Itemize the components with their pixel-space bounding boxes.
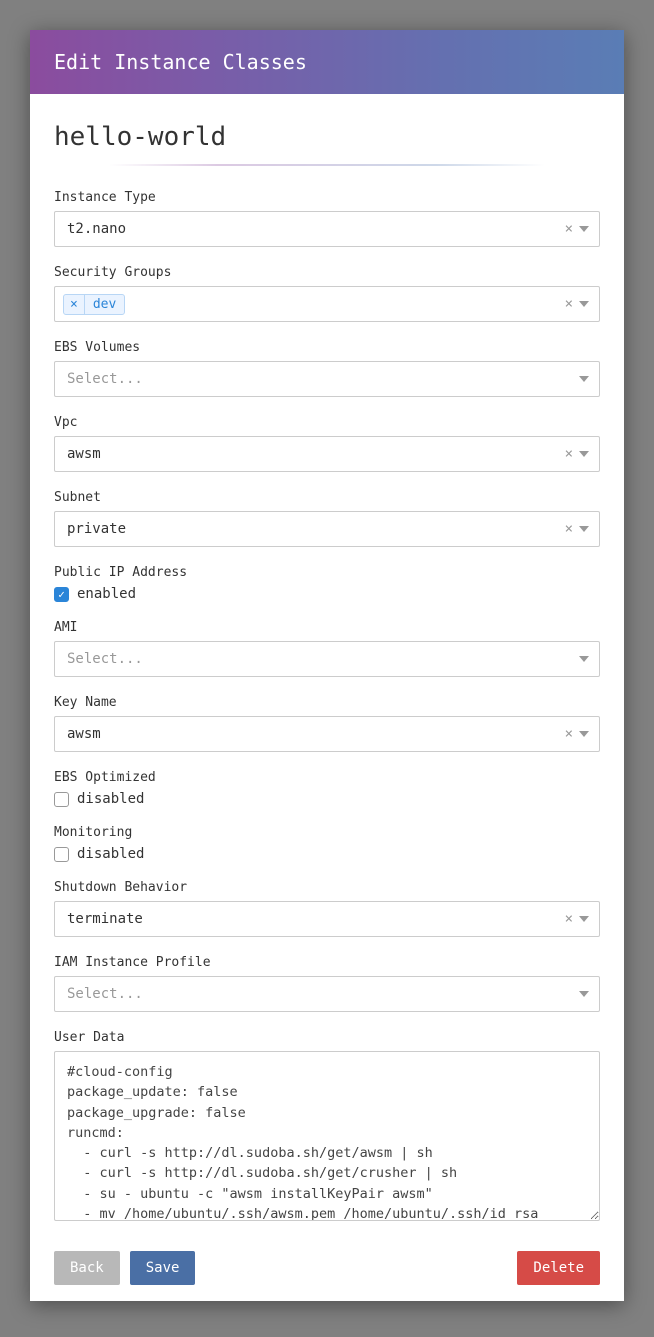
select-controls: ×: [565, 911, 593, 927]
subnet-select[interactable]: private ×: [54, 511, 600, 547]
ebs-optimized-checkbox-row: disabled: [54, 791, 600, 807]
field-public-ip: Public IP Address ✓ enabled: [54, 565, 600, 602]
monitoring-text: disabled: [77, 846, 144, 862]
public-ip-checkbox-row: ✓ enabled: [54, 586, 600, 602]
clear-icon[interactable]: ×: [565, 446, 573, 462]
field-iam-profile: IAM Instance Profile Select...: [54, 955, 600, 1012]
clear-icon[interactable]: ×: [565, 911, 573, 927]
ebs-optimized-checkbox[interactable]: [54, 792, 69, 807]
clear-icon[interactable]: ×: [565, 221, 573, 237]
field-ebs-optimized: EBS Optimized disabled: [54, 770, 600, 807]
tag-dev: × dev: [63, 294, 125, 315]
ebs-optimized-text: disabled: [77, 791, 144, 807]
vpc-label: Vpc: [54, 415, 600, 430]
user-data-label: User Data: [54, 1030, 600, 1045]
chevron-down-icon[interactable]: [579, 991, 589, 997]
field-vpc: Vpc awsm ×: [54, 415, 600, 472]
page-title: hello-world: [54, 122, 600, 152]
security-groups-tags: × dev: [61, 294, 565, 315]
select-controls: [579, 376, 593, 382]
ami-placeholder: Select...: [61, 649, 579, 669]
vpc-select[interactable]: awsm ×: [54, 436, 600, 472]
field-subnet: Subnet private ×: [54, 490, 600, 547]
title-divider: [109, 164, 546, 166]
shutdown-behavior-select[interactable]: terminate ×: [54, 901, 600, 937]
chevron-down-icon[interactable]: [579, 376, 589, 382]
clear-icon[interactable]: ×: [565, 521, 573, 537]
chevron-down-icon[interactable]: [579, 731, 589, 737]
field-ami: AMI Select...: [54, 620, 600, 677]
monitoring-checkbox[interactable]: [54, 847, 69, 862]
select-controls: [579, 991, 593, 997]
clear-icon[interactable]: ×: [565, 296, 573, 312]
instance-type-select[interactable]: t2.nano ×: [54, 211, 600, 247]
subnet-label: Subnet: [54, 490, 600, 505]
shutdown-behavior-value: terminate: [61, 909, 565, 929]
chevron-down-icon[interactable]: [579, 656, 589, 662]
modal-title: Edit Instance Classes: [54, 50, 307, 74]
vpc-value: awsm: [61, 444, 565, 464]
ebs-volumes-placeholder: Select...: [61, 369, 579, 389]
ami-select[interactable]: Select...: [54, 641, 600, 677]
delete-button[interactable]: Delete: [517, 1251, 600, 1285]
tag-remove-icon[interactable]: ×: [64, 295, 85, 314]
user-data-textarea[interactable]: [54, 1051, 600, 1221]
modal-footer: Back Save Delete: [54, 1243, 600, 1285]
iam-profile-label: IAM Instance Profile: [54, 955, 600, 970]
edit-instance-modal: Edit Instance Classes hello-world Instan…: [30, 30, 624, 1301]
public-ip-checkbox[interactable]: ✓: [54, 587, 69, 602]
modal-header: Edit Instance Classes: [30, 30, 624, 94]
select-controls: ×: [565, 446, 593, 462]
chevron-down-icon[interactable]: [579, 916, 589, 922]
public-ip-label: Public IP Address: [54, 565, 600, 580]
field-user-data: User Data: [54, 1030, 600, 1225]
iam-profile-select[interactable]: Select...: [54, 976, 600, 1012]
shutdown-behavior-label: Shutdown Behavior: [54, 880, 600, 895]
ebs-optimized-label: EBS Optimized: [54, 770, 600, 785]
subnet-value: private: [61, 519, 565, 539]
select-controls: [579, 656, 593, 662]
back-button[interactable]: Back: [54, 1251, 120, 1285]
tag-label: dev: [85, 295, 124, 314]
key-name-value: awsm: [61, 724, 565, 744]
security-groups-select[interactable]: × dev ×: [54, 286, 600, 322]
field-ebs-volumes: EBS Volumes Select...: [54, 340, 600, 397]
key-name-label: Key Name: [54, 695, 600, 710]
chevron-down-icon[interactable]: [579, 226, 589, 232]
select-controls: ×: [565, 221, 593, 237]
monitoring-checkbox-row: disabled: [54, 846, 600, 862]
ebs-volumes-select[interactable]: Select...: [54, 361, 600, 397]
iam-profile-placeholder: Select...: [61, 984, 579, 1004]
clear-icon[interactable]: ×: [565, 726, 573, 742]
select-controls: ×: [565, 296, 593, 312]
field-instance-type: Instance Type t2.nano ×: [54, 190, 600, 247]
security-groups-label: Security Groups: [54, 265, 600, 280]
instance-type-value: t2.nano: [61, 219, 565, 239]
field-monitoring: Monitoring disabled: [54, 825, 600, 862]
field-shutdown-behavior: Shutdown Behavior terminate ×: [54, 880, 600, 937]
ebs-volumes-label: EBS Volumes: [54, 340, 600, 355]
ami-label: AMI: [54, 620, 600, 635]
modal-body: hello-world Instance Type t2.nano × Secu…: [30, 94, 624, 1301]
chevron-down-icon[interactable]: [579, 301, 589, 307]
chevron-down-icon[interactable]: [579, 451, 589, 457]
select-controls: ×: [565, 521, 593, 537]
save-button[interactable]: Save: [130, 1251, 196, 1285]
public-ip-text: enabled: [77, 586, 136, 602]
field-security-groups: Security Groups × dev ×: [54, 265, 600, 322]
key-name-select[interactable]: awsm ×: [54, 716, 600, 752]
chevron-down-icon[interactable]: [579, 526, 589, 532]
instance-type-label: Instance Type: [54, 190, 600, 205]
select-controls: ×: [565, 726, 593, 742]
monitoring-label: Monitoring: [54, 825, 600, 840]
field-key-name: Key Name awsm ×: [54, 695, 600, 752]
